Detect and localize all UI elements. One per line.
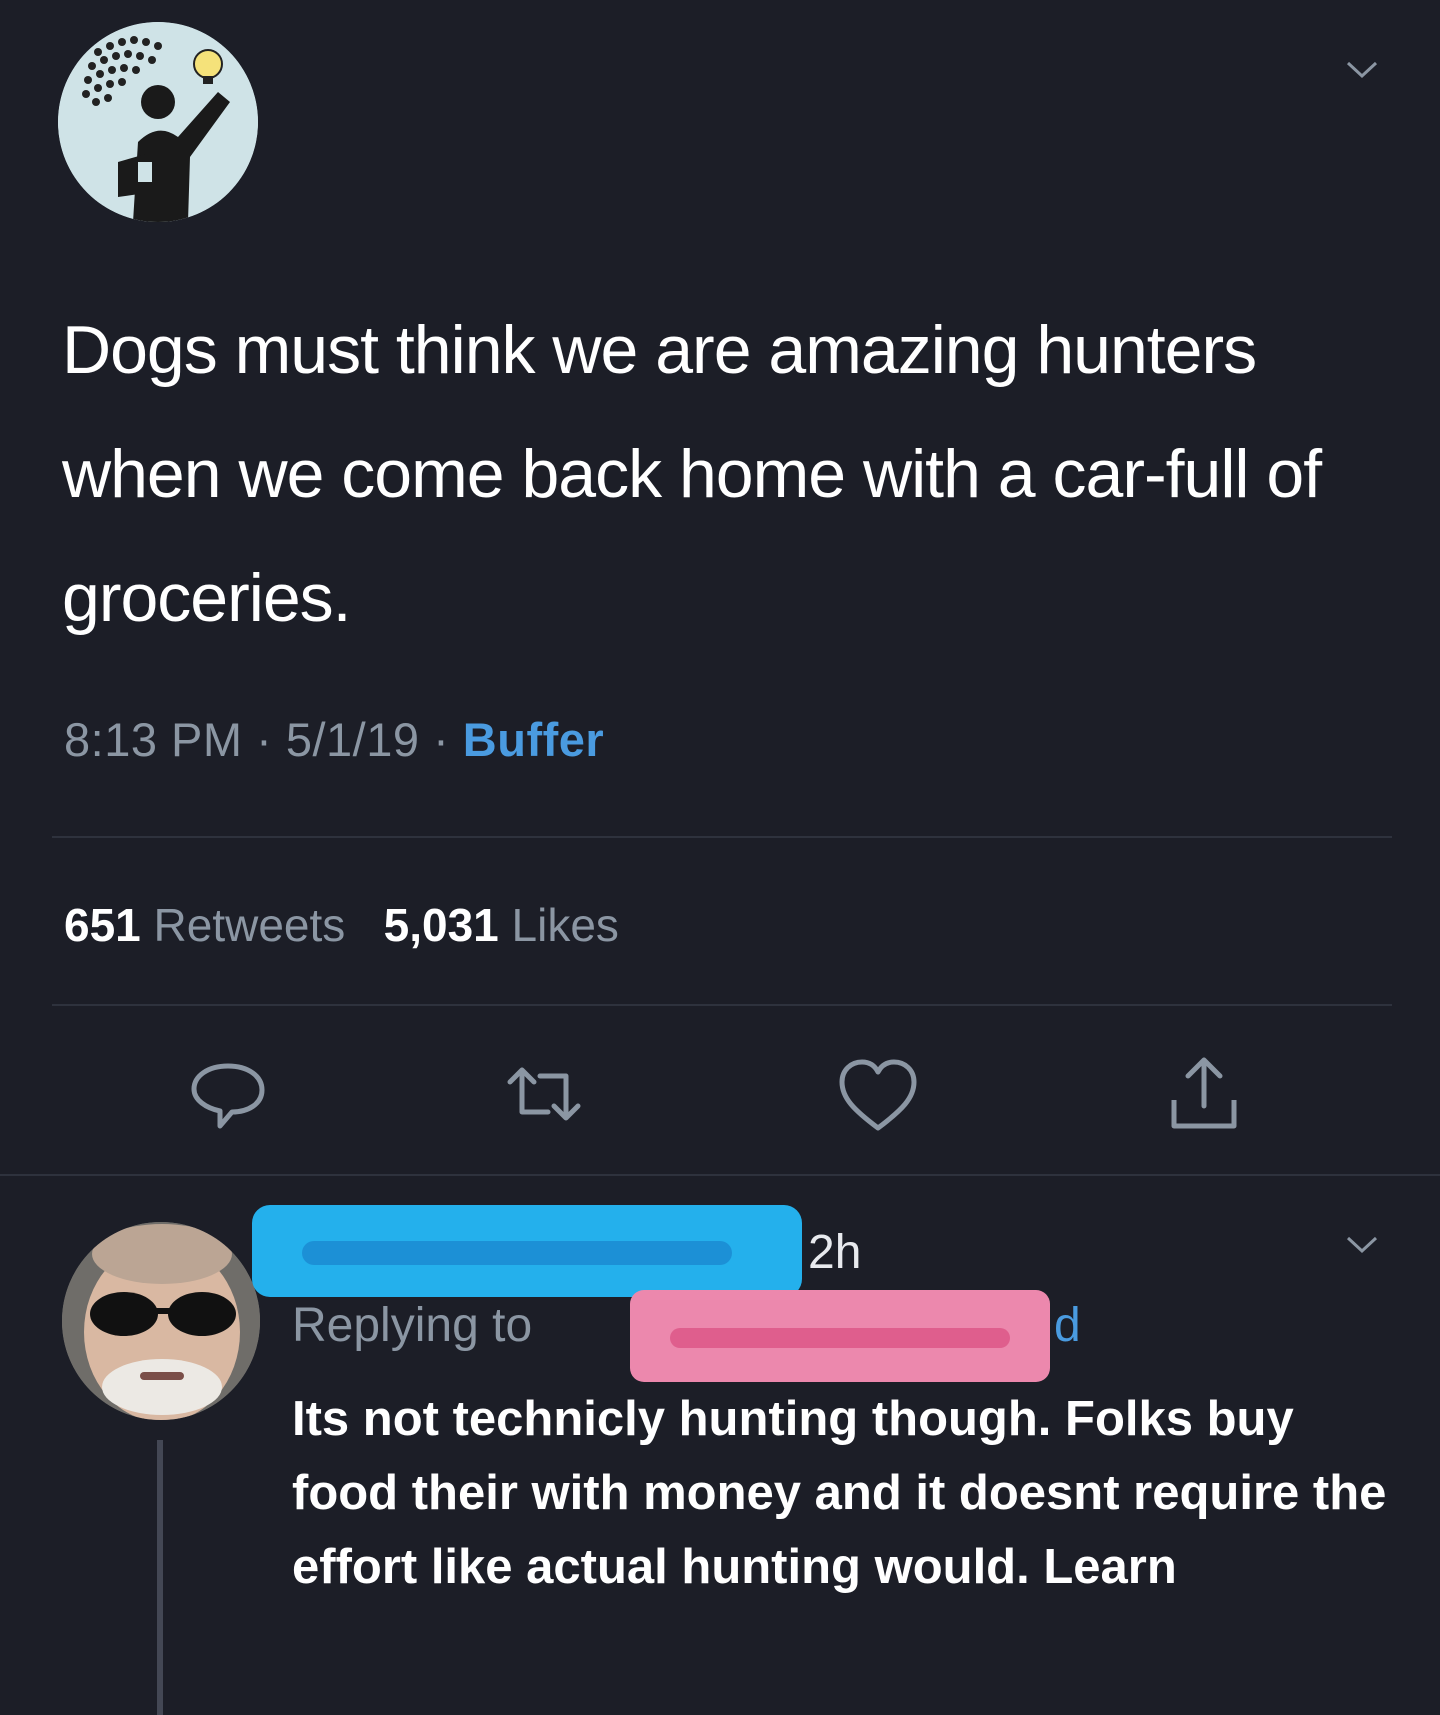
tweet-source-link[interactable]: Buffer: [463, 713, 604, 766]
redacted-mention: [630, 1290, 1050, 1382]
meta-separator: ·: [433, 713, 450, 766]
likes-label: Likes: [511, 899, 619, 951]
reply-timestamp: 2h: [808, 1226, 862, 1279]
tweet-time: 8:13 PM: [64, 713, 243, 766]
retweets-label: Retweets: [153, 899, 346, 951]
likes-stat[interactable]: 5,031 Likes: [384, 899, 619, 951]
tweet-text: Dogs must think we are amazing hunters w…: [62, 312, 1322, 636]
tweet-meta: 8:13 PM · 5/1/19 · Buffer: [64, 712, 604, 767]
meta-separator: ·: [256, 713, 273, 766]
retweet-button[interactable]: [502, 1052, 586, 1141]
divider: [52, 836, 1392, 838]
like-button[interactable]: [836, 1054, 920, 1143]
share-button[interactable]: [1162, 1052, 1246, 1141]
chevron-down-icon: [1346, 1236, 1378, 1254]
retweet-icon: [507, 1067, 581, 1121]
reply-menu-button[interactable]: [1345, 1235, 1379, 1260]
avatar-photo: [62, 1222, 260, 1420]
reply-author-avatar[interactable]: [62, 1222, 260, 1420]
thread-line: [157, 1440, 163, 1715]
divider: [0, 1174, 1440, 1176]
heart-icon: [839, 1059, 917, 1131]
replying-to-handle-fragment[interactable]: d: [1054, 1298, 1081, 1353]
reply-icon: [191, 1063, 265, 1129]
retweets-count: 651: [64, 899, 141, 951]
share-icon: [1171, 1057, 1237, 1129]
tweet-menu-button[interactable]: [1345, 60, 1379, 85]
likes-count: 5,031: [383, 899, 499, 951]
retweets-stat[interactable]: 651 Retweets: [64, 899, 345, 951]
chevron-down-icon: [1346, 61, 1378, 79]
divider: [52, 1004, 1392, 1006]
tweet-stats: 651 Retweets 5,031 Likes: [64, 898, 619, 952]
replying-to-label: Replying to: [292, 1299, 533, 1352]
shower-thoughts-logo-icon: [58, 22, 258, 222]
redacted-username: [252, 1205, 802, 1297]
author-avatar[interactable]: [58, 22, 258, 222]
tweet-date: 5/1/19: [285, 713, 420, 766]
reply-button[interactable]: [186, 1052, 270, 1141]
reply-text: Its not technicly hunting though. Folks …: [292, 1392, 1387, 1594]
